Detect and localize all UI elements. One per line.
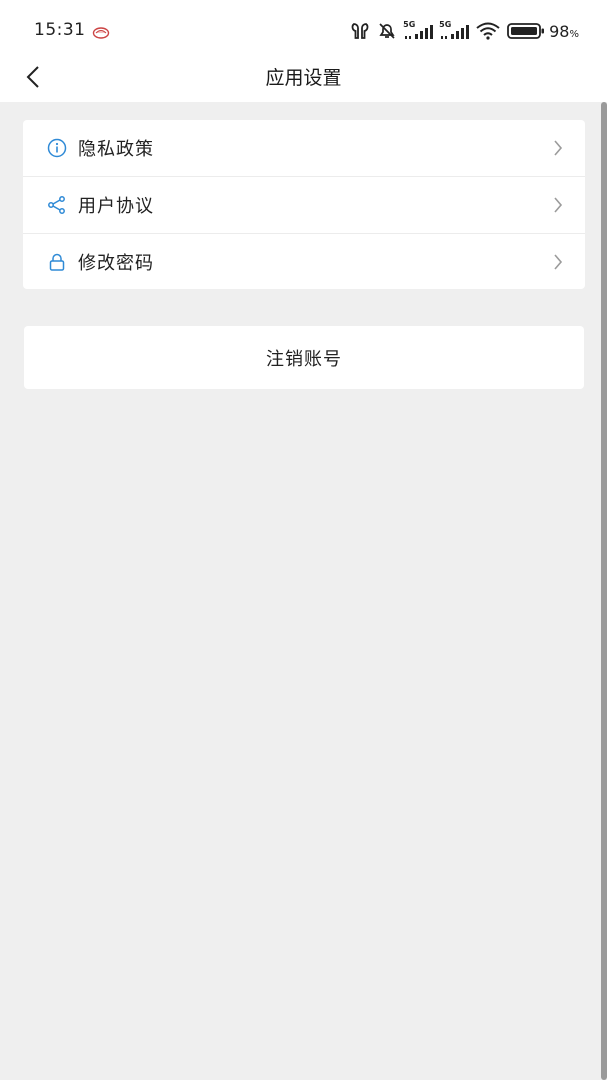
settings-menu-card: 隐私政策 用户协议 修改密码 [23, 120, 585, 289]
menu-item-change-password[interactable]: 修改密码 [23, 233, 585, 290]
menu-item-privacy-policy[interactable]: 隐私政策 [23, 120, 585, 176]
menu-item-label: 修改密码 [78, 253, 154, 274]
deactivate-account-label: 注销账号 [266, 348, 342, 370]
status-time: 15:31 [34, 20, 86, 40]
menu-item-label: 隐私政策 [78, 139, 154, 160]
chevron-right-icon [551, 196, 565, 214]
nav-bar: 应用设置 [0, 52, 607, 100]
battery-icon [507, 22, 545, 40]
battery-percent: 98% [549, 21, 579, 41]
signal-icon-2: 5G [439, 20, 470, 40]
info-icon [47, 138, 67, 158]
chevron-right-icon [551, 253, 565, 271]
menu-item-label: 用户协议 [78, 196, 154, 217]
share-icon [47, 195, 67, 215]
chevron-right-icon [551, 139, 565, 157]
scrollbar[interactable] [601, 102, 607, 1080]
top-area: 15:31 5G 5G 98% 应用设置 [0, 0, 607, 102]
menu-item-user-agreement[interactable]: 用户协议 [23, 176, 585, 233]
app-notification-icon [92, 24, 110, 43]
mute-bell-icon [377, 22, 397, 40]
status-icons: 5G 5G 98% [343, 20, 579, 42]
wifi-icon [475, 22, 501, 40]
deactivate-account-button[interactable]: 注销账号 [24, 326, 584, 389]
signal-icon: 5G [403, 20, 434, 40]
page-title: 应用设置 [265, 67, 342, 89]
lock-icon [47, 252, 67, 272]
earbuds-icon [349, 22, 371, 40]
